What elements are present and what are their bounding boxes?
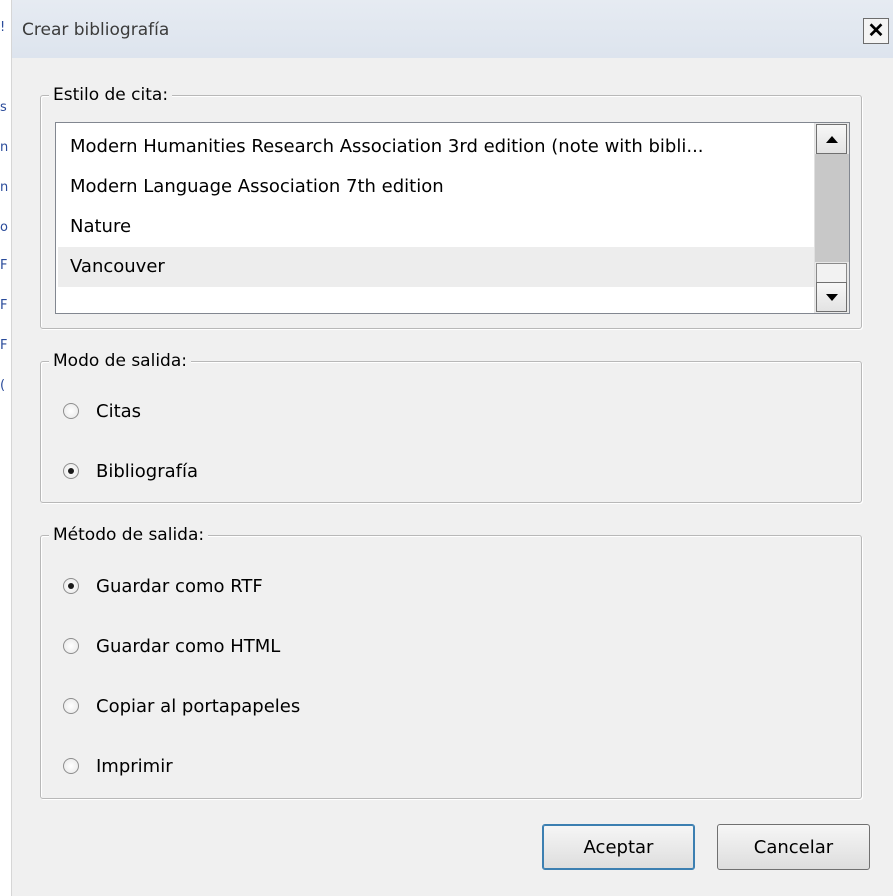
scroll-track[interactable] [815,154,849,262]
background-text-fragment: ( [0,378,6,393]
radio-button[interactable] [63,638,79,654]
output-mode-group: Modo de salida: Citas Bibliografía [40,350,862,503]
close-icon: ✕ [867,20,885,42]
radio-label: Guardar como HTML [96,635,281,657]
title-bar[interactable]: Crear bibliografía ✕ [12,0,893,58]
radio-bibliografia[interactable]: Bibliografía [63,456,198,486]
background-text-fragment: n [0,140,9,155]
background-text-fragment: F [0,258,8,273]
output-method-group: Método de salida: Guardar como RTF Guard… [40,524,862,799]
list-item[interactable]: Modern Humanities Research Association 3… [58,127,818,167]
background-text-fragment: ! [0,20,6,35]
radio-label: Imprimir [96,755,173,777]
background-window-edge: ! s n n o F F F ( [0,0,12,896]
close-button[interactable]: ✕ [863,18,889,44]
accept-button[interactable]: Aceptar [542,824,695,870]
citation-style-list[interactable]: Modern Humanities Research Association 3… [55,122,850,314]
radio-button-checked[interactable] [63,578,79,594]
radio-guardar-html[interactable]: Guardar como HTML [63,631,280,661]
radio-button[interactable] [63,698,79,714]
arrow-up-icon [825,135,838,143]
radio-button[interactable] [63,403,79,419]
output-method-label: Método de salida: [49,524,209,546]
list-item[interactable]: Nature [58,207,818,247]
radio-label: Guardar como RTF [96,575,263,597]
radio-label: Citas [96,400,142,422]
radio-copiar-portapapeles[interactable]: Copiar al portapapeles [63,691,300,721]
radio-guardar-rtf[interactable]: Guardar como RTF [63,571,263,601]
arrow-down-icon [825,293,838,301]
dialog-title: Crear bibliografía [22,20,170,40]
radio-button-checked[interactable] [63,463,79,479]
radio-label: Bibliografía [96,460,199,482]
radio-imprimir[interactable]: Imprimir [63,751,173,781]
radio-button[interactable] [63,758,79,774]
radio-citas[interactable]: Citas [63,396,141,426]
citation-style-label: Estilo de cita: [49,84,173,106]
output-mode-label: Modo de salida: [49,350,191,372]
background-text-fragment: F [0,338,8,353]
list-item-selected[interactable]: Vancouver [58,247,818,287]
background-text-fragment: s [0,100,7,115]
background-text-fragment: F [0,298,8,313]
scroll-down-button[interactable] [816,282,847,312]
list-scrollbar[interactable] [814,123,849,313]
list-item[interactable]: Modern Language Association 7th edition [58,167,818,207]
cancel-button[interactable]: Cancelar [717,824,870,870]
scroll-up-button[interactable] [816,124,847,154]
citation-style-group: Estilo de cita: Modern Humanities Resear… [40,84,862,329]
create-bibliography-dialog: Crear bibliografía ✕ Estilo de cita: Mod… [12,0,893,896]
background-text-fragment: o [0,220,8,235]
background-text-fragment: n [0,180,9,195]
radio-label: Copiar al portapapeles [96,695,301,717]
